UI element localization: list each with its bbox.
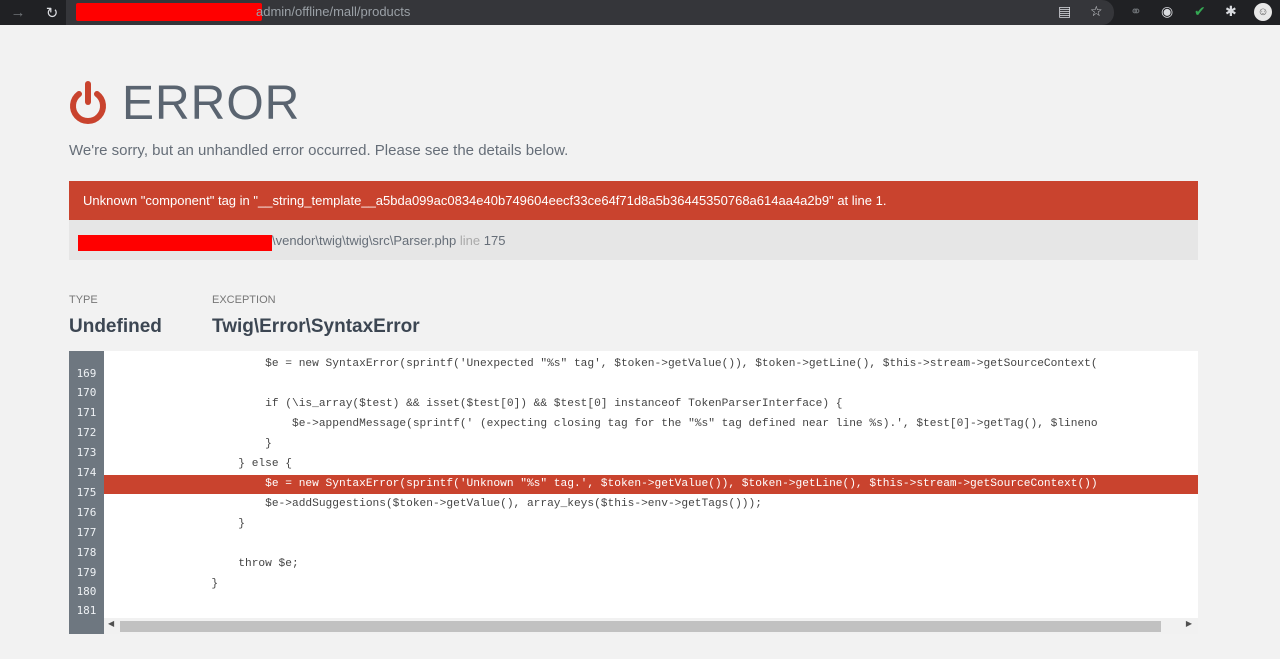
type-label: TYPE [69,294,98,306]
code-line: $e->addSuggestions($token->getValue(), a… [104,498,762,510]
page-title: ERROR [122,77,301,130]
error-description: We're sorry, but an unhandled error occu… [69,142,569,159]
line-number: 175 [483,233,506,248]
code-line: } [104,438,272,450]
avatar-icon[interactable]: ☺ [1254,3,1272,21]
reload-icon[interactable]: ↻ [43,4,61,22]
line-number: 172 [76,426,97,439]
power-icon [70,80,106,124]
scroll-left-icon[interactable]: ◀ [108,619,114,628]
line-number: 181 [76,604,97,617]
extension-sync-icon[interactable]: ⚭ [1130,3,1142,20]
translate-icon[interactable]: ▤ [1058,3,1071,20]
exception-label: EXCEPTION [212,294,276,306]
line-number: 170 [76,386,97,399]
error-location: \vendor\twig\twig\src\Parser.php line 17… [69,220,1198,260]
line-number: 177 [76,526,97,539]
code-line: if (\is_array($test) && isset($test[0]) … [104,398,843,410]
scrollbar-thumb[interactable] [120,621,1161,632]
error-header: ERROR [68,76,300,131]
browser-toolbar: → ↻ admin/offline/mall/products ▤ ☆ ⚭ ◉ … [0,0,1280,25]
code-line: throw $e; [104,558,299,570]
line-number: 176 [76,506,97,519]
line-number: 178 [76,546,97,559]
extension-profile-icon[interactable]: ◉ [1161,3,1173,20]
redacted-path-mark [78,235,272,251]
exception-value: Twig\Error\SyntaxError [212,316,420,337]
highlighted-code-line: $e = new SyntaxError(sprintf('Unknown "%… [104,475,1198,494]
code-line: } [104,578,219,590]
line-number: 180 [76,585,97,598]
code-line: } else { [104,458,292,470]
line-number: 174 [76,466,97,479]
shield-icon[interactable]: ✔ [1194,3,1206,20]
code-line: } [104,518,245,530]
file-path: \vendor\twig\twig\src\Parser.php [272,233,457,248]
error-message-box: Unknown "component" tag in "__string_tem… [69,181,1198,220]
line-number: 179 [76,566,97,579]
horizontal-scrollbar[interactable]: ◀ ▶ [104,618,1198,634]
address-bar[interactable]: admin/offline/mall/products ▤ ☆ [66,0,1114,25]
scroll-right-icon[interactable]: ▶ [1186,619,1192,628]
forward-arrow-icon[interactable]: → [9,4,27,21]
file-location: \vendor\twig\twig\src\Parser.php line 17… [272,233,505,248]
redacted-url-mark [76,3,262,21]
url-path: admin/offline/mall/products [256,4,411,19]
code-line: $e = new SyntaxError(sprintf('Unexpected… [104,358,1098,370]
code-line: $e->appendMessage(sprintf(' (expecting c… [104,418,1098,430]
line-number: 171 [76,406,97,419]
line-number: 173 [76,446,97,459]
line-number: 169 [76,367,97,380]
code-panel[interactable]: 169 $e = new SyntaxError(sprintf('Unexpe… [69,351,1198,634]
error-message: Unknown "component" tag in "__string_tem… [83,193,887,208]
line-number: 175 [76,486,97,499]
type-value: Undefined [69,316,162,337]
bookmark-star-icon[interactable]: ☆ [1090,3,1103,20]
puzzle-icon[interactable]: ✱ [1225,3,1237,20]
line-word: line [459,233,481,248]
